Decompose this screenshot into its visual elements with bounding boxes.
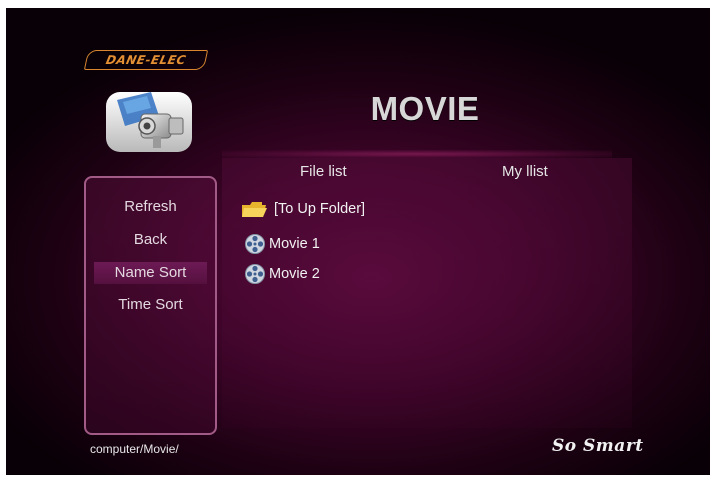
page-title: MOVIE [370, 90, 480, 127]
file-row-up-folder[interactable]: [To Up Folder] [240, 198, 365, 220]
current-path: computer/Movie/ [90, 442, 179, 456]
folder-icon [242, 202, 267, 218]
file-label: Movie 2 [269, 266, 320, 282]
brand-tagline: So Smart [552, 436, 644, 456]
file-label: [To Up Folder] [274, 201, 366, 217]
menu-item-refresh[interactable]: Refresh [94, 196, 207, 218]
file-label: Movie 1 [269, 236, 320, 252]
film-reel-icon [245, 234, 265, 255]
menu-item-back[interactable]: Back [94, 229, 207, 251]
brand-logo: DANE-ELEC [83, 50, 209, 70]
film-reel-icon [245, 264, 265, 285]
movie-camera-icon [106, 92, 192, 152]
file-row-movie-2[interactable]: Movie 2 [244, 263, 320, 285]
side-menu: Refresh Back Name Sort Time Sort [84, 176, 217, 435]
tab-my-list[interactable]: My llist [502, 163, 548, 180]
menu-item-name-sort[interactable]: Name Sort [94, 262, 207, 284]
menu-item-time-sort[interactable]: Time Sort [94, 294, 207, 316]
header-divider [222, 150, 612, 158]
file-row-movie-1[interactable]: Movie 1 [244, 233, 320, 255]
tab-file-list[interactable]: File list [300, 163, 347, 180]
